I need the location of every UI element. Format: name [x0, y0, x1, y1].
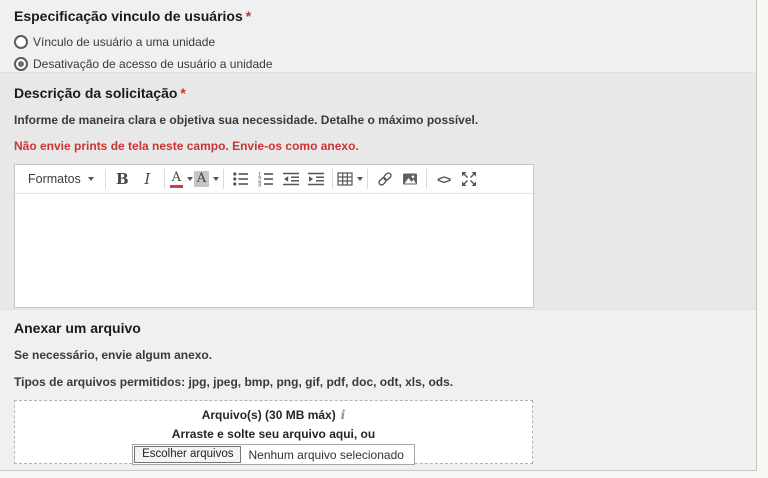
- editor-text-area[interactable]: [15, 194, 533, 307]
- caret-down-icon: [213, 177, 219, 181]
- table-icon: [337, 171, 353, 187]
- required-asterisk: *: [246, 8, 251, 24]
- bold-icon: B: [116, 170, 129, 188]
- source-code-button[interactable]: <>: [431, 167, 456, 191]
- caret-down-icon: [357, 177, 363, 181]
- insert-link-button[interactable]: [372, 167, 397, 191]
- section-anexar-arquivo: Anexar um arquivo Se necessário, envie a…: [0, 310, 756, 470]
- radio-button-checked[interactable]: [14, 57, 28, 71]
- toolbar-separator: [367, 169, 368, 189]
- file-status-text: Nenhum arquivo selecionado: [241, 448, 412, 462]
- section-title-descricao: Descrição da solicitação*: [14, 85, 742, 101]
- toolbar-separator: [105, 169, 106, 189]
- caret-down-icon: [187, 177, 193, 181]
- bullet-list-button[interactable]: [228, 167, 253, 191]
- formats-dropdown[interactable]: Formatos: [21, 167, 101, 191]
- toolbar-separator: [332, 169, 333, 189]
- insert-image-button[interactable]: [397, 167, 422, 191]
- required-asterisk: *: [180, 85, 185, 101]
- link-icon: [377, 171, 393, 187]
- choose-files-button[interactable]: Escolher arquivos: [134, 446, 241, 463]
- descricao-warning: Não envie prints de tela neste campo. En…: [14, 138, 742, 154]
- drag-drop-text: Arraste e solte seu arquivo aqui, ou: [15, 427, 532, 441]
- section-title-text: Descrição da solicitação: [14, 85, 177, 101]
- numbered-list-icon: 123: [258, 171, 274, 187]
- background-color-icon: A: [194, 171, 209, 187]
- image-icon: [402, 171, 418, 187]
- form-panel: Especificação vinculo de usuários* Víncu…: [0, 0, 757, 471]
- text-color-icon: A: [170, 171, 183, 188]
- file-dropzone[interactable]: Arquivo(s) (30 MB máx) i Arraste e solte …: [14, 400, 533, 464]
- radio-option-vinculo-unidade[interactable]: Vínculo de usuário a uma unidade: [14, 31, 742, 53]
- svg-text:3: 3: [258, 182, 262, 187]
- dropzone-title: Arquivo(s) (30 MB máx) i: [15, 408, 532, 422]
- vinculo-radio-group: Vínculo de usuário a uma unidade Desativ…: [14, 31, 742, 75]
- allowed-types-text: Tipos de arquivos permitidos: jpg, jpeg,…: [14, 374, 742, 390]
- toolbar-separator: [164, 169, 165, 189]
- caret-down-icon: [88, 177, 94, 181]
- fullscreen-icon: [461, 171, 477, 187]
- radio-label: Desativação de acesso de usuário a unida…: [33, 57, 273, 71]
- section-title-text: Especificação vinculo de usuários: [14, 8, 243, 24]
- background-color-button[interactable]: A: [194, 167, 219, 191]
- indent-button[interactable]: [303, 167, 328, 191]
- anexar-instruction: Se necessário, envie algum anexo.: [14, 347, 742, 363]
- italic-button[interactable]: I: [135, 167, 160, 191]
- radio-label: Vínculo de usuário a uma unidade: [33, 35, 215, 49]
- radio-button-unchecked[interactable]: [14, 35, 28, 49]
- section-descricao-solicitacao: Descrição da solicitação* Informe de man…: [0, 72, 756, 310]
- formats-label: Formatos: [28, 172, 81, 186]
- outdent-icon: [283, 171, 299, 187]
- section-title-especificacao: Especificação vinculo de usuários*: [14, 8, 742, 24]
- file-input[interactable]: Escolher arquivos Nenhum arquivo selecio…: [132, 444, 415, 465]
- toolbar-separator: [223, 169, 224, 189]
- bullet-list-icon: [233, 171, 249, 187]
- code-icon: <>: [437, 172, 450, 187]
- outdent-button[interactable]: [278, 167, 303, 191]
- fullscreen-button[interactable]: [456, 167, 481, 191]
- indent-icon: [308, 171, 324, 187]
- rich-text-editor: Formatos B I A A: [14, 164, 534, 308]
- bold-button[interactable]: B: [110, 167, 135, 191]
- dropzone-title-text: Arquivo(s) (30 MB máx): [202, 408, 336, 422]
- italic-icon: I: [140, 170, 154, 188]
- info-icon[interactable]: i: [341, 408, 346, 422]
- descricao-instruction: Informe de maneira clara e objetiva sua …: [14, 112, 742, 128]
- table-button[interactable]: [337, 167, 363, 191]
- numbered-list-button[interactable]: 123: [253, 167, 278, 191]
- section-title-anexar: Anexar um arquivo: [14, 320, 742, 336]
- toolbar-separator: [426, 169, 427, 189]
- text-color-button[interactable]: A: [169, 167, 194, 191]
- editor-toolbar: Formatos B I A A: [15, 165, 533, 194]
- section-especificacao-vinculo: Especificação vinculo de usuários* Víncu…: [0, 0, 756, 72]
